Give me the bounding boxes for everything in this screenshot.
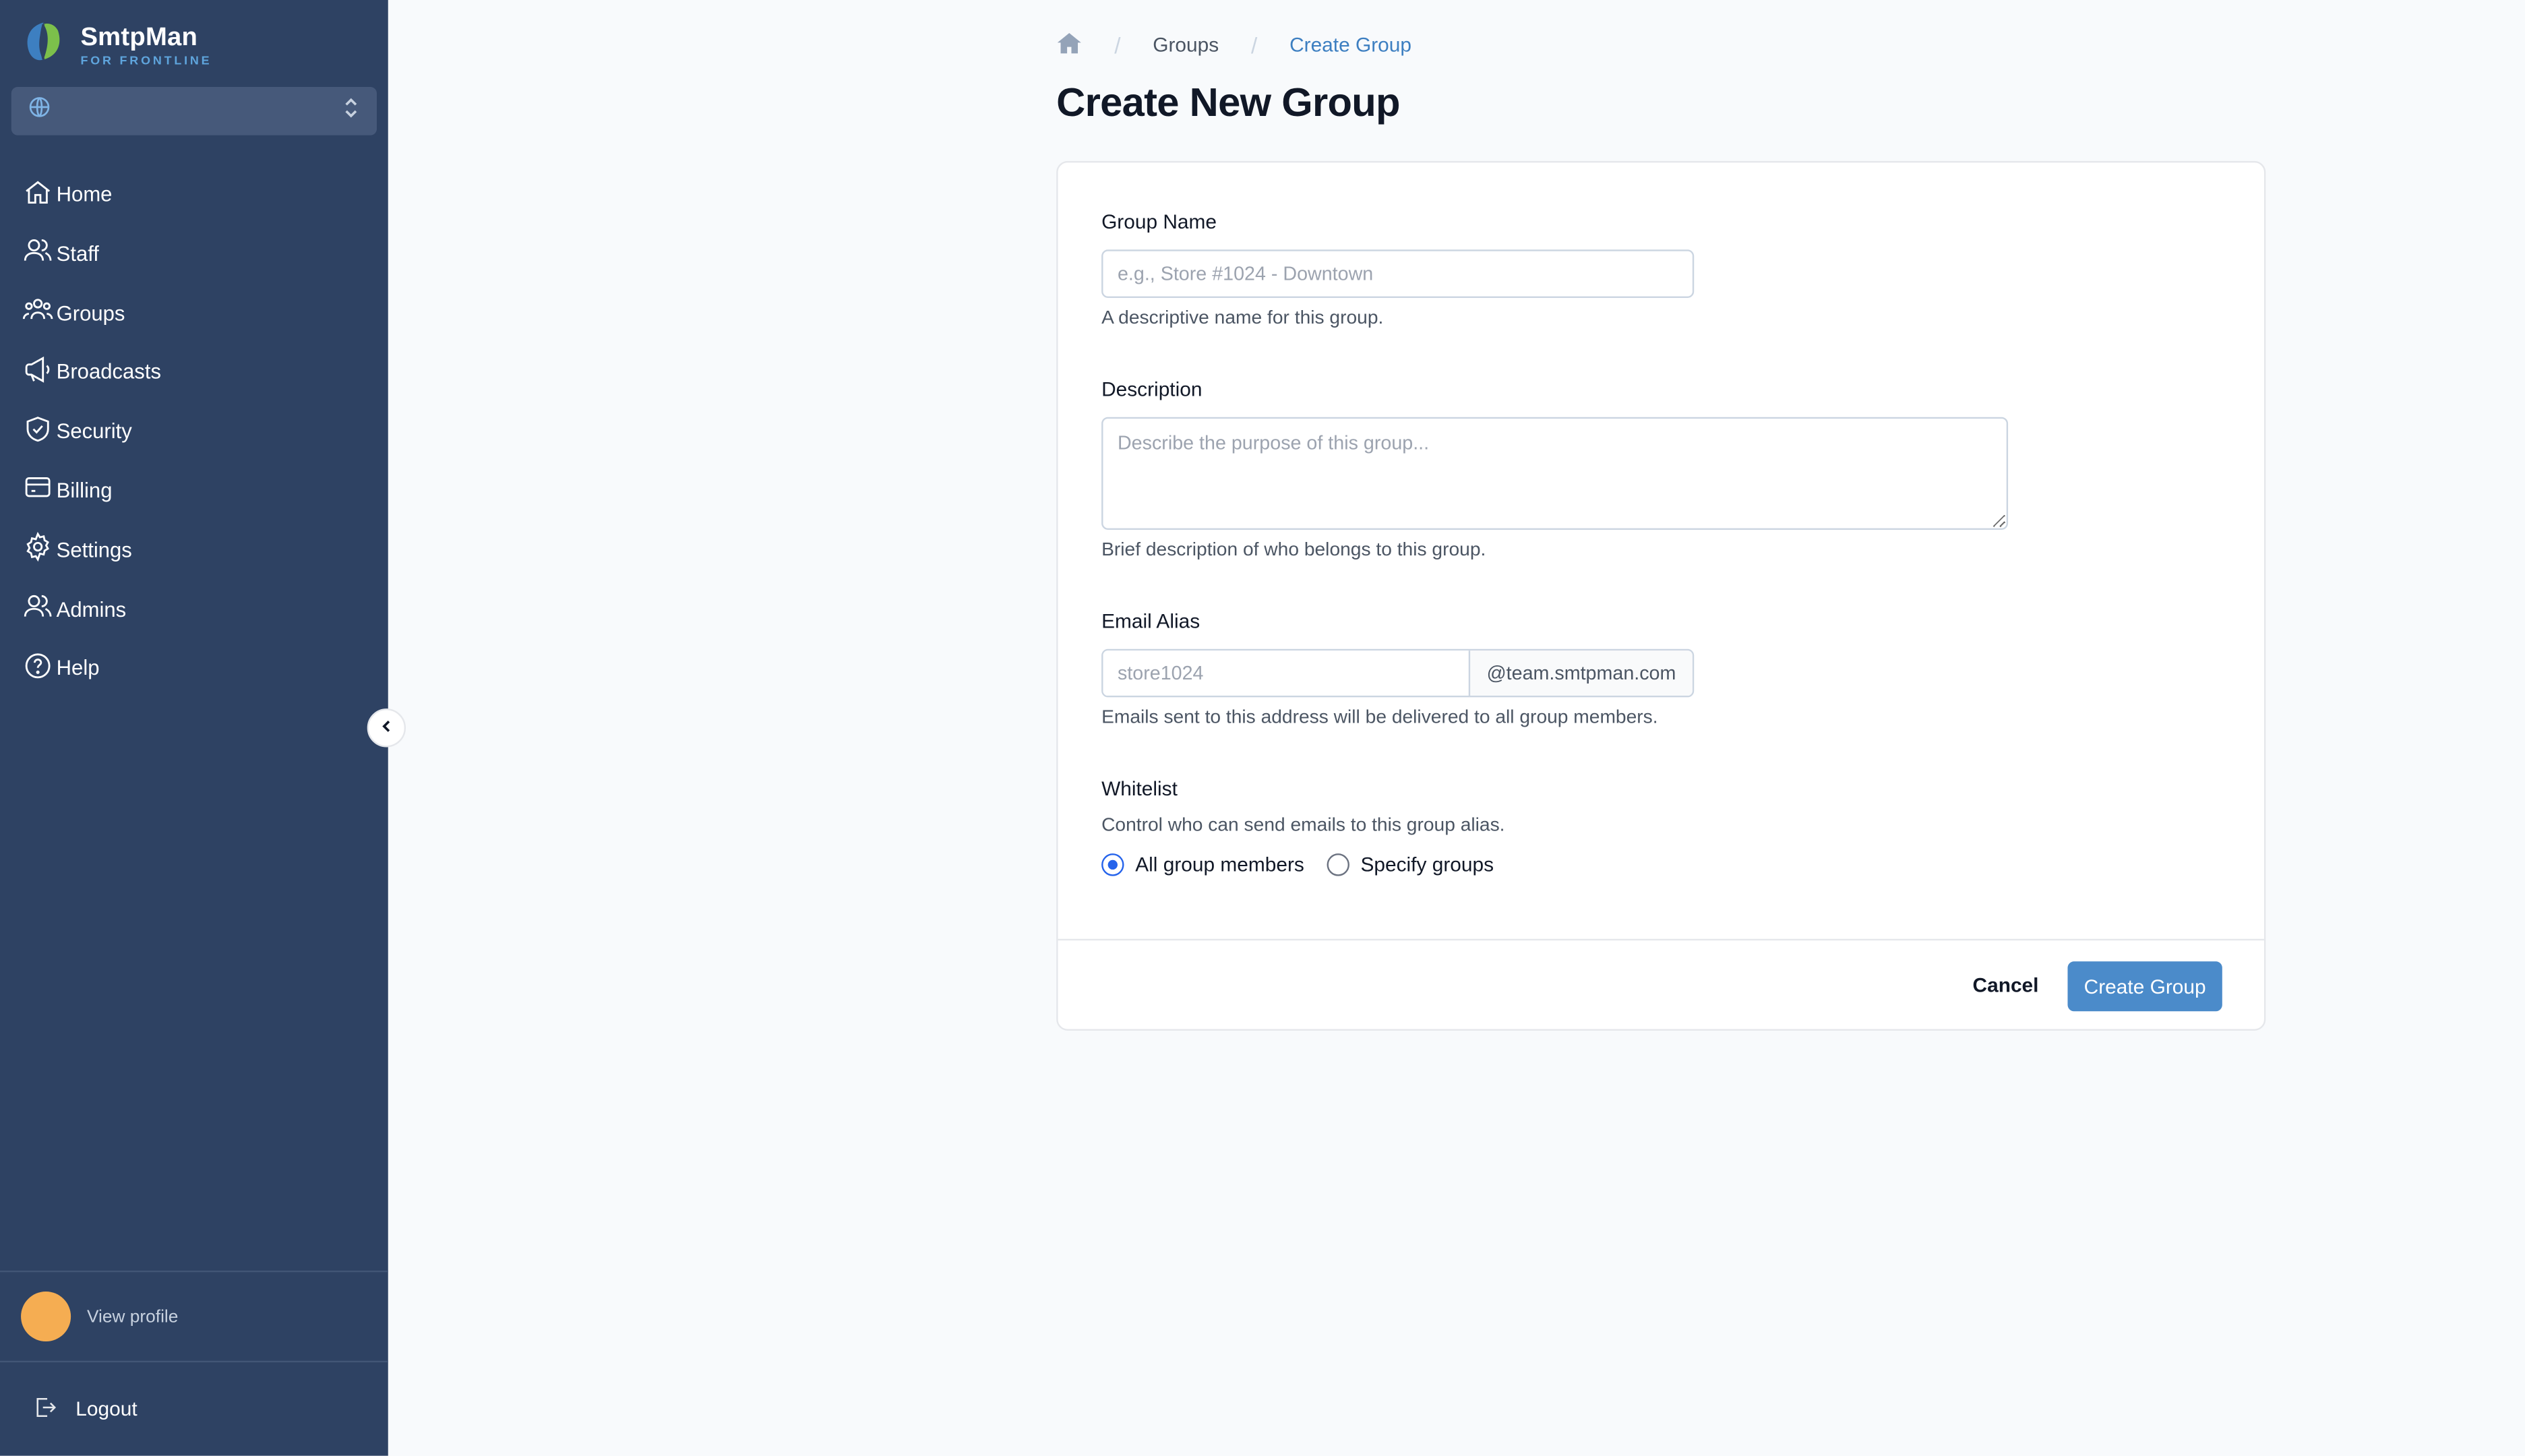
main-content: / Groups / Create Group Create New Group… bbox=[388, 0, 2525, 1456]
radio-label: All group members bbox=[1135, 853, 1304, 876]
sidebar-item-label: Help bbox=[56, 656, 100, 681]
card-icon bbox=[22, 473, 53, 508]
radio-specify-groups[interactable] bbox=[1327, 853, 1349, 876]
brand-name: SmtpMan bbox=[80, 23, 198, 51]
whitelist-radio-group: All group members Specify groups bbox=[1101, 853, 1516, 876]
sidebar-item-label: Security bbox=[56, 419, 132, 444]
sidebar-nav: Home Staff Groups Broadcasts Security Bi… bbox=[0, 167, 388, 700]
radio-option-all-members[interactable]: All group members bbox=[1101, 853, 1304, 876]
logout-icon bbox=[32, 1394, 58, 1424]
email-alias-suffix: @team.smtpman.com bbox=[1468, 650, 1693, 696]
megaphone-icon bbox=[22, 354, 53, 390]
group-icon bbox=[22, 295, 53, 330]
chevron-up-down-icon bbox=[341, 96, 361, 126]
sidebar-item-groups[interactable]: Groups bbox=[0, 286, 388, 339]
workspace-select[interactable] bbox=[11, 87, 377, 135]
sidebar-item-staff[interactable]: Staff bbox=[0, 226, 388, 280]
logout-button[interactable]: Logout bbox=[0, 1380, 421, 1438]
group-name-help: A descriptive name for this group. bbox=[1101, 305, 1384, 329]
sidebar-item-label: Home bbox=[56, 181, 113, 206]
whitelist-help: Control who can send emails to this grou… bbox=[1101, 813, 1505, 836]
email-alias-group: @team.smtpman.com bbox=[1101, 648, 1695, 698]
chevron-left-icon bbox=[378, 713, 394, 742]
sidebar-item-label: Staff bbox=[56, 241, 99, 266]
page-title: Create New Group bbox=[1056, 80, 1400, 126]
sidebar-item-label: Settings bbox=[56, 537, 132, 562]
sidebar: SmtpMan FOR FRONTLINE Home Staff Groups … bbox=[0, 0, 406, 1456]
admin-users-icon bbox=[22, 591, 53, 627]
help-icon bbox=[22, 650, 53, 686]
sidebar-item-label: Groups bbox=[56, 300, 125, 325]
radio-option-specify-groups[interactable]: Specify groups bbox=[1327, 853, 1494, 876]
avatar[interactable] bbox=[21, 1291, 71, 1342]
group-name-input[interactable] bbox=[1101, 249, 1695, 298]
profile-row[interactable]: View profile bbox=[0, 1270, 388, 1363]
breadcrumb-groups[interactable]: Groups bbox=[1153, 34, 1219, 56]
whitelist-label: Whitelist bbox=[1101, 777, 1178, 801]
sidebar-item-home[interactable]: Home bbox=[0, 167, 388, 220]
globe-icon bbox=[28, 95, 52, 127]
radio-label: Specify groups bbox=[1360, 853, 1494, 876]
home-icon bbox=[22, 177, 53, 212]
email-alias-label: Email Alias bbox=[1101, 610, 1200, 633]
sidebar-item-settings[interactable]: Settings bbox=[0, 523, 388, 576]
smtpman-leaf-logo-icon bbox=[20, 18, 68, 74]
users-icon bbox=[22, 236, 53, 272]
sidebar-item-admins[interactable]: Admins bbox=[0, 582, 388, 636]
home-icon[interactable] bbox=[1056, 30, 1082, 59]
breadcrumb-separator: / bbox=[1250, 32, 1258, 59]
email-alias-input[interactable] bbox=[1103, 650, 1469, 696]
group-name-label: Group Name bbox=[1101, 210, 1217, 234]
shield-check-icon bbox=[22, 413, 53, 449]
breadcrumb-separator: / bbox=[1114, 32, 1121, 59]
description-textarea[interactable] bbox=[1101, 417, 2009, 530]
breadcrumb-create-group[interactable]: Create Group bbox=[1289, 34, 1411, 56]
create-group-card: Group Name A descriptive name for this g… bbox=[1056, 160, 2266, 1031]
brand[interactable]: SmtpMan FOR FRONTLINE bbox=[20, 18, 212, 74]
sidebar-item-label: Admins bbox=[56, 597, 127, 621]
brand-subtitle: FOR FRONTLINE bbox=[80, 52, 212, 67]
breadcrumb: / Groups / Create Group bbox=[1056, 30, 1411, 59]
sidebar-item-label: Broadcasts bbox=[56, 359, 162, 384]
sidebar-item-label: Billing bbox=[56, 478, 113, 503]
sidebar-item-help[interactable]: Help bbox=[0, 642, 388, 695]
sidebar-item-security[interactable]: Security bbox=[0, 404, 388, 458]
description-help: Brief description of who belongs to this… bbox=[1101, 537, 1486, 561]
description-label: Description bbox=[1101, 378, 1203, 401]
sidebar-item-broadcasts[interactable]: Broadcasts bbox=[0, 345, 388, 398]
collapse-sidebar-button[interactable] bbox=[367, 708, 406, 748]
sidebar-item-billing[interactable]: Billing bbox=[0, 464, 388, 517]
card-footer: Cancel Create Group bbox=[1058, 938, 2264, 1031]
cancel-button[interactable]: Cancel bbox=[1973, 974, 2039, 996]
create-group-button[interactable]: Create Group bbox=[2067, 961, 2222, 1012]
logout-label: Logout bbox=[75, 1397, 138, 1421]
radio-all-members[interactable] bbox=[1101, 853, 1124, 876]
email-alias-help: Emails sent to this address will be deli… bbox=[1101, 705, 1658, 728]
gear-icon bbox=[22, 532, 53, 568]
view-profile-link[interactable]: View profile bbox=[87, 1307, 178, 1327]
